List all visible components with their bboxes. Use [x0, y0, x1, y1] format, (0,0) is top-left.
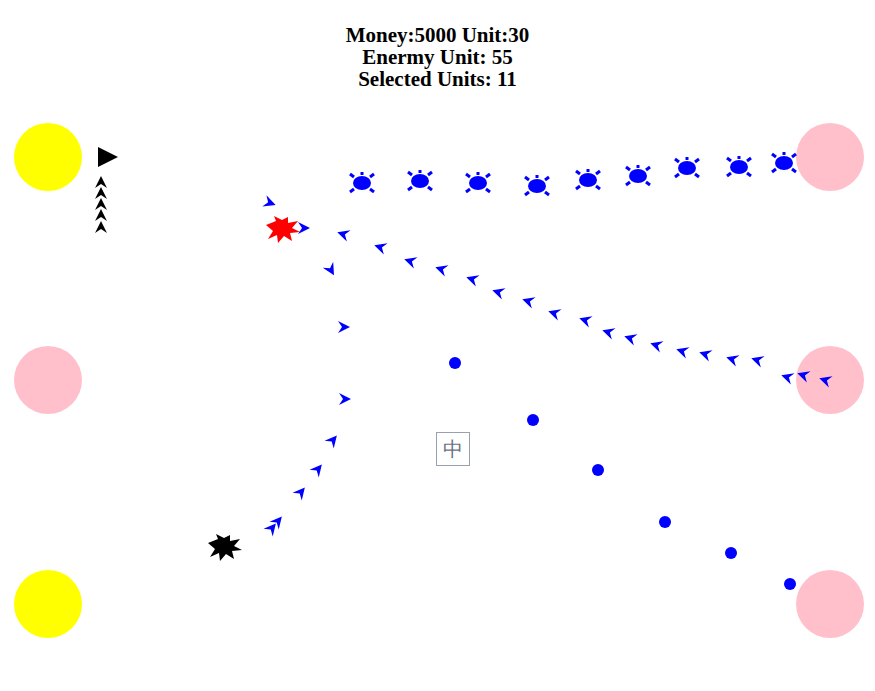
- arrow-unit-icon[interactable]: [371, 238, 389, 256]
- arrow-unit-icon[interactable]: [401, 252, 419, 270]
- dot-unit-icon[interactable]: [449, 357, 461, 369]
- tank-unit-icon[interactable]: [523, 174, 551, 198]
- base[interactable]: [796, 570, 864, 638]
- arrow-unit-icon[interactable]: [321, 260, 340, 279]
- arrow-unit-icon[interactable]: [463, 270, 481, 288]
- arrow-unit-icon[interactable]: [432, 260, 450, 278]
- arrow-unit-icon[interactable]: [308, 459, 328, 479]
- arrow-unit-icon[interactable]: [489, 283, 507, 301]
- arrow-unit-icon[interactable]: [723, 350, 741, 368]
- selected-cluster-icon[interactable]: [264, 215, 302, 245]
- tank-unit-icon[interactable]: [574, 168, 602, 192]
- dot-unit-icon[interactable]: [784, 578, 796, 590]
- arrow-unit-icon[interactable]: [696, 345, 714, 363]
- cluster-icon[interactable]: [206, 533, 244, 563]
- arrow-unit-icon[interactable]: [748, 351, 766, 369]
- base[interactable]: [796, 346, 864, 414]
- tank-unit-icon[interactable]: [348, 171, 376, 195]
- dot-unit-icon[interactable]: [592, 464, 604, 476]
- dot-unit-icon[interactable]: [725, 547, 737, 559]
- arrow-unit-icon[interactable]: [297, 221, 311, 235]
- arrow-unit-icon[interactable]: [673, 342, 691, 360]
- arrow-unit-icon[interactable]: [337, 320, 351, 334]
- arrow-unit-icon[interactable]: [545, 304, 563, 322]
- tank-unit-icon[interactable]: [624, 164, 652, 188]
- arrow-unit-icon[interactable]: [519, 292, 537, 310]
- tank-unit-icon[interactable]: [725, 155, 753, 179]
- arrow-unit-icon[interactable]: [94, 220, 108, 234]
- arrow-unit-icon[interactable]: [94, 175, 108, 189]
- arrow-unit-icon[interactable]: [94, 208, 108, 222]
- arrow-unit-icon[interactable]: [94, 186, 108, 200]
- ime-indicator: 中: [436, 432, 470, 466]
- tank-unit-icon[interactable]: [770, 151, 798, 175]
- arrow-unit-icon[interactable]: [291, 482, 311, 502]
- arrow-unit-icon[interactable]: [576, 311, 594, 329]
- arrow-unit-icon[interactable]: [94, 197, 108, 211]
- tank-unit-icon[interactable]: [406, 169, 434, 193]
- arrow-unit-icon[interactable]: [621, 329, 639, 347]
- arrow-unit-icon[interactable]: [778, 368, 796, 386]
- base[interactable]: [14, 123, 82, 191]
- arrow-unit-icon[interactable]: [338, 392, 352, 406]
- arrow-unit-icon[interactable]: [334, 225, 352, 243]
- tank-unit-icon[interactable]: [464, 171, 492, 195]
- arrow-unit-icon[interactable]: [261, 194, 279, 212]
- selected-units-label: Selected Units: 11: [358, 68, 517, 90]
- dot-unit-icon[interactable]: [659, 516, 671, 528]
- arrow-unit-icon[interactable]: [599, 323, 617, 341]
- dot-unit-icon[interactable]: [527, 414, 539, 426]
- base[interactable]: [14, 570, 82, 638]
- base[interactable]: [796, 123, 864, 191]
- hud: Money:5000 Unit:30Enermy Unit: 55Selecte…: [0, 0, 875, 90]
- tank-unit-icon[interactable]: [673, 156, 701, 180]
- game-screen: Money:5000 Unit:30Enermy Unit: 55Selecte…: [0, 0, 875, 691]
- arrow-unit-icon[interactable]: [323, 430, 343, 450]
- flag-marker-icon[interactable]: [97, 146, 119, 168]
- base[interactable]: [14, 346, 82, 414]
- money-unit-label: Money:5000 Unit:30: [346, 24, 530, 46]
- arrow-unit-icon[interactable]: [647, 336, 665, 354]
- enemy-unit-label: Enermy Unit: 55: [362, 46, 513, 68]
